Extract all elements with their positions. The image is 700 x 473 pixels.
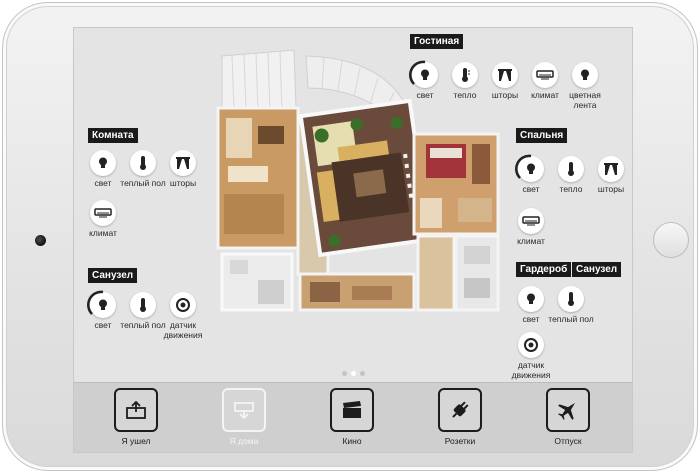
scene-vacation-button[interactable]: Отпуск: [538, 388, 598, 446]
living-led-strip-button[interactable]: цветная лента: [560, 62, 610, 110]
home-icon: [234, 402, 254, 419]
device-label: шторы: [491, 90, 519, 100]
led-strip-icon: [581, 69, 589, 80]
motion-sensor-icon: [524, 338, 538, 352]
device-label: свет: [416, 90, 434, 100]
thermometer-icon: [140, 298, 146, 312]
thermometer-icon: [140, 156, 146, 170]
plug-icon: [452, 401, 469, 418]
page-dot[interactable]: [342, 371, 347, 376]
screen: Гостиная свет тепло шторы климат цветная…: [73, 27, 633, 453]
curtains-icon: [498, 69, 512, 81]
motion-sensor-icon: [176, 298, 190, 312]
room-curtains-button[interactable]: шторы: [158, 150, 208, 189]
leave-home-icon: [126, 401, 146, 419]
device-label: шторы: [597, 184, 625, 194]
scene-home-button[interactable]: Я дома: [214, 388, 274, 446]
curtains-icon: [604, 163, 618, 175]
scene-away-button[interactable]: Я ушел: [106, 388, 166, 446]
device-label: тепло: [453, 90, 477, 100]
page-dot-active[interactable]: [351, 371, 356, 376]
page-dot[interactable]: [360, 371, 365, 376]
device-label: климат: [531, 90, 559, 100]
room-label-wardrobe: Гардероб: [516, 262, 572, 277]
device-label: датчик движения: [511, 360, 551, 380]
room-label-bedroom: Спальня: [516, 128, 568, 143]
page-indicator[interactable]: [342, 371, 365, 376]
dimmer-arc-icon: [409, 60, 426, 85]
airplane-icon: [558, 402, 576, 420]
bathroom-right-floor-heat-button[interactable]: теплый пол: [546, 286, 596, 325]
tablet-frame: Гостиная свет тепло шторы климат цветная…: [2, 2, 698, 471]
air-conditioner-icon: [536, 70, 554, 80]
clapperboard-icon: [343, 401, 361, 418]
thermometer-icon: [462, 68, 470, 82]
device-label: свет: [94, 178, 112, 188]
thermometer-icon: [568, 162, 574, 176]
scene-sockets-button[interactable]: Розетки: [430, 388, 490, 446]
bedroom-curtains-button[interactable]: шторы: [586, 156, 632, 195]
scene-bar: Я ушел Я дома Кино Розетки Отпуск: [74, 382, 632, 452]
device-label: климат: [517, 236, 545, 246]
scene-label: Я ушел: [121, 436, 151, 446]
room-label-bathroom-right: Санузел: [572, 262, 622, 277]
bulb-icon: [99, 157, 107, 168]
thermometer-icon: [568, 292, 574, 306]
device-label: цветная лента: [569, 90, 601, 110]
bulb-icon: [527, 293, 535, 304]
camera-icon: [35, 235, 46, 246]
device-label: свет: [522, 184, 540, 194]
room-label-bathroom-left: Санузел: [88, 268, 138, 283]
room-label-living: Гостиная: [410, 34, 464, 49]
bedroom-climate-button[interactable]: климат: [506, 208, 556, 247]
dimmer-arc-icon: [515, 154, 532, 179]
bathroom-left-motion-button[interactable]: датчик движения: [158, 292, 208, 340]
scene-cinema-button[interactable]: Кино: [322, 388, 382, 446]
bathroom-right-motion-button[interactable]: датчик движения: [506, 332, 556, 380]
device-label: свет: [94, 320, 112, 330]
device-label: тепло: [559, 184, 583, 194]
air-conditioner-icon: [94, 208, 112, 218]
device-label: теплый пол: [548, 314, 594, 324]
home-button[interactable]: [653, 222, 689, 258]
device-label: свет: [522, 314, 540, 324]
air-conditioner-icon: [522, 216, 540, 226]
room-label-room: Комната: [88, 128, 138, 143]
device-label: датчик движения: [163, 320, 203, 340]
room-climate-button[interactable]: климат: [78, 200, 128, 239]
device-label: шторы: [169, 178, 197, 188]
scene-label: Кино: [342, 436, 362, 446]
device-label: климат: [89, 228, 117, 238]
dimmer-arc-icon: [87, 290, 104, 315]
curtains-icon: [176, 157, 190, 169]
scene-label: Я дома: [229, 436, 259, 446]
scene-label: Розетки: [444, 436, 476, 446]
scene-label: Отпуск: [554, 436, 582, 446]
